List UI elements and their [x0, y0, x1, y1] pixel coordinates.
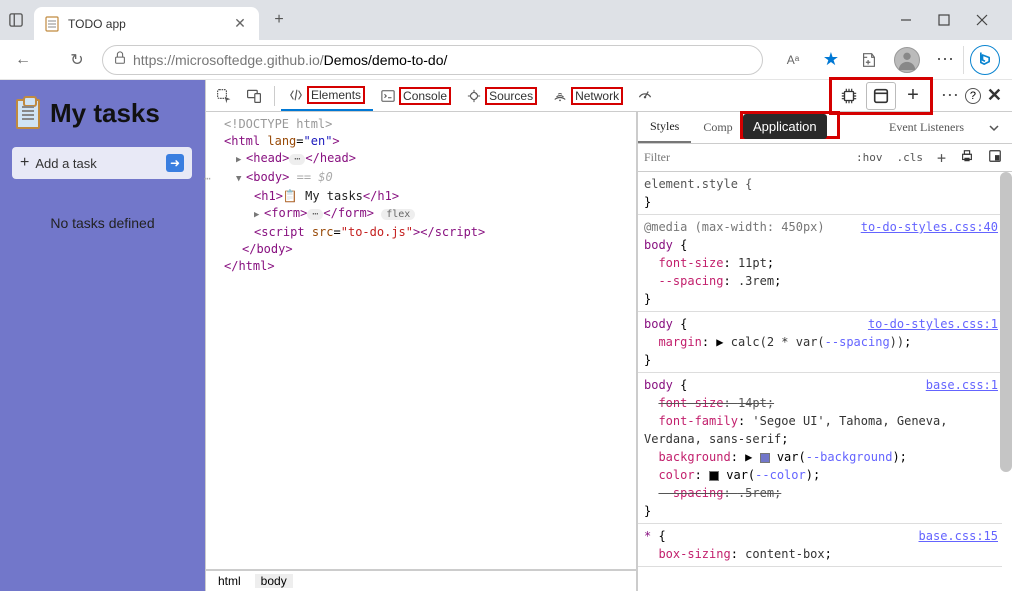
minimize-icon[interactable]	[898, 12, 914, 28]
link-base-css-1[interactable]: base.css:1	[926, 376, 998, 394]
add-task-label: Add a task	[35, 156, 96, 171]
bing-chat-icon[interactable]	[970, 45, 1000, 75]
reading-mode-icon[interactable]: Aᵃ	[777, 44, 809, 76]
link-base-css-15[interactable]: base.css:15	[919, 527, 998, 545]
devtools-close-icon[interactable]: ✕	[987, 85, 1002, 106]
cls-toggle[interactable]: .cls	[892, 151, 927, 164]
tab-console[interactable]: Console	[373, 80, 459, 111]
link-to-do-styles-40[interactable]: to-do-styles.css:40	[861, 218, 998, 236]
tab-event-listeners[interactable]: Event Listeners	[877, 112, 976, 143]
hov-toggle[interactable]: :hov	[852, 151, 887, 164]
maximize-icon[interactable]	[936, 12, 952, 28]
crumb-html[interactable]: html	[212, 574, 247, 588]
tab-elements[interactable]: Elements	[281, 80, 373, 111]
url-text: https://microsoftedge.github.io/Demos/de…	[133, 52, 447, 68]
tab-title: TODO app	[68, 17, 231, 31]
tab-network[interactable]: Network	[545, 80, 631, 111]
tab-sources[interactable]: Sources	[459, 80, 545, 111]
lock-icon	[113, 51, 127, 68]
clipboard-icon	[16, 99, 40, 129]
devtools: Elements Console Sources Network + ⋯ ? ✕…	[205, 80, 1012, 591]
refresh-button[interactable]: ↻	[62, 45, 92, 75]
app-heading: My tasks	[16, 98, 195, 129]
no-tasks-text: No tasks defined	[10, 215, 195, 231]
inspect-element-icon[interactable]	[210, 82, 238, 110]
tab-performance-icon[interactable]	[631, 80, 659, 108]
profile-avatar[interactable]	[891, 44, 923, 76]
devtools-more-icon[interactable]: ⋯	[941, 85, 959, 106]
address-bar[interactable]: https://microsoftedge.github.io/Demos/de…	[102, 45, 763, 75]
styles-filter-input[interactable]	[644, 150, 846, 165]
menu-icon[interactable]: ⋯	[929, 44, 961, 76]
device-toolbar-icon[interactable]	[240, 82, 268, 110]
application-tool-icon[interactable]	[866, 82, 896, 110]
dom-breadcrumb[interactable]: html body	[206, 569, 636, 591]
app-pane: My tasks + Add a task ➜ No tasks defined	[0, 80, 205, 591]
tab-close-icon[interactable]: ✕	[231, 15, 249, 33]
browser-tab[interactable]: TODO app ✕	[34, 7, 259, 40]
css-rules[interactable]: element.style {} @media (max-width: 450p…	[638, 172, 1012, 591]
back-button[interactable]: ←	[8, 45, 38, 75]
new-style-rule-icon[interactable]: +	[933, 149, 950, 167]
link-to-do-styles-1[interactable]: to-do-styles.css:1	[868, 315, 998, 333]
help-icon[interactable]: ?	[965, 88, 981, 104]
tab-actions-icon[interactable]	[4, 8, 28, 32]
add-tool-icon[interactable]: +	[898, 82, 928, 110]
tab-styles[interactable]: Styles	[638, 112, 691, 143]
styles-more-icon[interactable]	[976, 112, 1012, 143]
collections-icon[interactable]	[853, 44, 885, 76]
plus-icon: +	[20, 154, 29, 172]
dom-tree[interactable]: <!DOCTYPE html> <html lang="en"> ▶<head>…	[206, 112, 636, 569]
memory-tool-icon[interactable]	[834, 82, 864, 110]
scrollbar[interactable]	[1000, 172, 1012, 472]
tab-computed[interactable]: Comp	[691, 112, 744, 143]
submit-arrow-icon[interactable]: ➜	[166, 154, 184, 172]
print-styles-icon[interactable]	[956, 149, 978, 166]
add-task-button[interactable]: + Add a task ➜	[12, 147, 192, 179]
close-window-icon[interactable]	[974, 12, 990, 28]
application-tooltip: Application	[743, 114, 827, 139]
computed-toggle-icon[interactable]	[984, 149, 1006, 166]
new-tab-button[interactable]: +	[265, 6, 293, 34]
tab-favicon	[44, 16, 60, 32]
favorite-icon[interactable]: ★	[815, 44, 847, 76]
crumb-body[interactable]: body	[255, 574, 293, 588]
